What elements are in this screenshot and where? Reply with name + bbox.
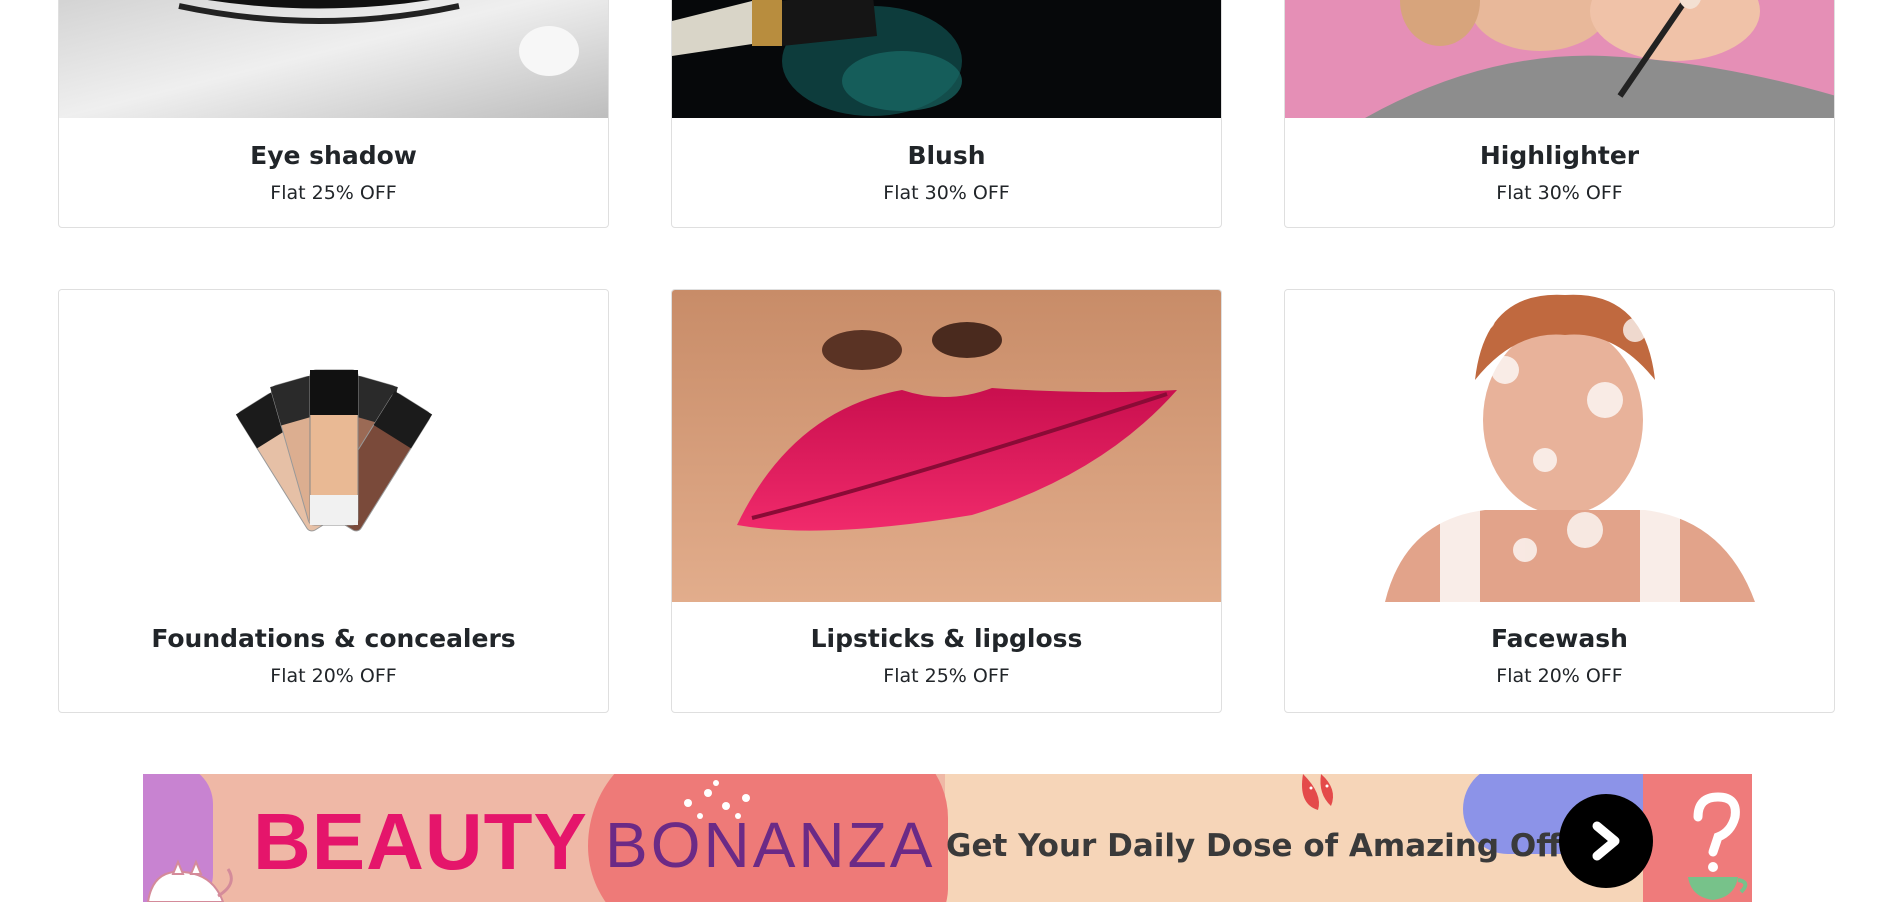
product-card-facewash[interactable]: Facewash Flat 20% OFF — [1284, 289, 1835, 713]
strawberry-icon — [1302, 774, 1334, 810]
card-body: Lipsticks & lipgloss Flat 25% OFF — [672, 624, 1221, 688]
blush-image[interactable] — [672, 0, 1221, 118]
eye-shadow-image[interactable] — [59, 0, 608, 118]
highlighter-image[interactable] — [1285, 0, 1834, 118]
card-offer: Flat 20% OFF — [1496, 665, 1623, 687]
question-cup-illustration — [1688, 792, 1748, 900]
foundation-image[interactable] — [59, 290, 608, 602]
chevron-right-icon — [1592, 821, 1620, 861]
card-body: Highlighter Flat 30% OFF — [1285, 141, 1834, 205]
card-offer: Flat 30% OFF — [1496, 182, 1623, 204]
card-offer: Flat 20% OFF — [270, 665, 397, 687]
product-card-highlighter[interactable]: Highlighter Flat 30% OFF — [1284, 0, 1835, 228]
card-offer: Flat 25% OFF — [270, 182, 397, 204]
lipstick-image[interactable] — [672, 290, 1221, 602]
product-card-blush[interactable]: Blush Flat 30% OFF — [671, 0, 1222, 228]
card-body: Eye shadow Flat 25% OFF — [59, 141, 608, 205]
cat-illustration — [146, 859, 233, 902]
banner-beauty-text: BEAUTY — [253, 797, 588, 886]
card-title: Lipsticks & lipgloss — [810, 624, 1083, 653]
card-title: Highlighter — [1479, 141, 1640, 170]
card-body: Blush Flat 30% OFF — [672, 141, 1221, 205]
card-title: Eye shadow — [250, 141, 417, 170]
card-body: Facewash Flat 20% OFF — [1285, 624, 1834, 688]
card-offer: Flat 25% OFF — [883, 665, 1010, 687]
card-body: Foundations & concealers Flat 20% OFF — [59, 624, 608, 688]
product-card-eye-shadow[interactable]: Eye shadow Flat 25% OFF — [58, 0, 609, 228]
product-card-lipsticks[interactable]: Lipsticks & lipgloss Flat 25% OFF — [671, 289, 1222, 713]
card-offer: Flat 30% OFF — [883, 182, 1010, 204]
product-card-foundations[interactable]: Foundations & concealers Flat 20% OFF — [58, 289, 609, 713]
banner-tagline: Get Your Daily Dose of Amazing Offers — [946, 828, 1617, 864]
facewash-image[interactable] — [1285, 290, 1834, 602]
beauty-bonanza-banner[interactable]: BEAUTY BONANZA Get Your Daily Dose of Am… — [143, 774, 1752, 902]
card-title: Facewash — [1491, 624, 1628, 653]
banner-bonanza-text: BONANZA — [605, 809, 936, 881]
banner-arrow-button[interactable] — [1559, 794, 1653, 888]
page: Eye shadow Flat 25% OFF Blush Flat 30% O… — [0, 0, 1893, 902]
card-title: Foundations & concealers — [151, 624, 516, 653]
card-title: Blush — [907, 141, 986, 170]
